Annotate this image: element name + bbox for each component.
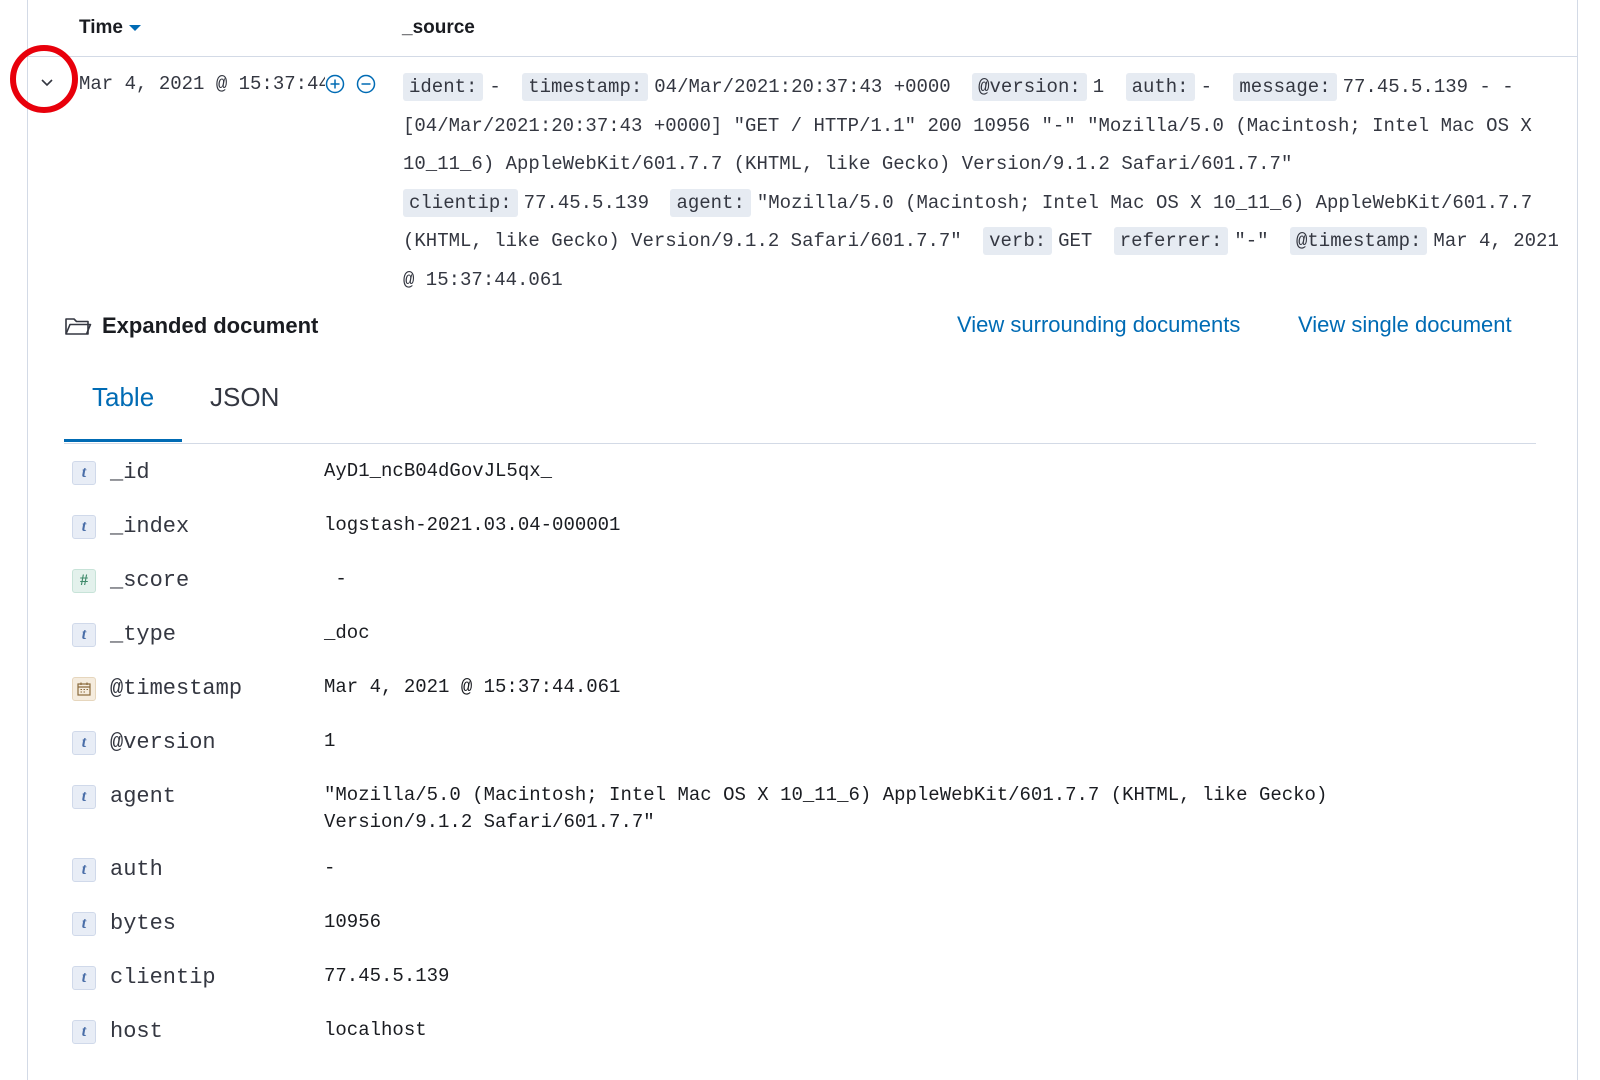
view-surrounding-documents-link[interactable]: View surrounding documents bbox=[957, 312, 1240, 338]
field-value: AyD1_ncB04dGovJL5qx_ bbox=[324, 460, 553, 482]
column-header-source: _source bbox=[402, 17, 475, 38]
string-type-icon: t bbox=[72, 966, 96, 990]
active-tab-indicator bbox=[64, 439, 182, 442]
number-type-icon: # bbox=[72, 569, 96, 593]
source-key: @version: bbox=[972, 73, 1087, 101]
field-name: auth bbox=[110, 857, 163, 882]
view-single-document-link[interactable]: View single document bbox=[1298, 312, 1512, 338]
source-value: 77.45.5.139 bbox=[523, 191, 650, 214]
field-name: @version bbox=[110, 730, 216, 755]
field-name: _index bbox=[110, 514, 190, 539]
field-name: host bbox=[110, 1019, 163, 1044]
source-value: 04/Mar/2021:20:37:43 +0000 bbox=[654, 76, 951, 98]
field-value: 10956 bbox=[324, 911, 382, 933]
source-key: clientip: bbox=[403, 188, 518, 217]
string-type-icon: t bbox=[72, 1020, 96, 1044]
source-key: timestamp: bbox=[522, 73, 649, 101]
tab-json[interactable]: JSON bbox=[210, 382, 279, 431]
field-value: localhost bbox=[324, 1019, 427, 1041]
field-value: Mar 4, 2021 @ 15:37:44.061 bbox=[324, 676, 621, 698]
string-type-icon: t bbox=[72, 623, 96, 647]
source-value: "-" bbox=[1234, 230, 1269, 252]
chevron-down-icon bbox=[41, 79, 53, 87]
field-value: - bbox=[324, 857, 336, 879]
column-header-time-label: Time bbox=[79, 17, 124, 38]
panel-right-border bbox=[1577, 0, 1578, 1080]
source-value: - bbox=[1200, 76, 1212, 98]
field-value: 77.45.5.139 bbox=[324, 965, 450, 987]
tab-table[interactable]: Table bbox=[92, 382, 154, 431]
expanded-document-title: Expanded document bbox=[102, 313, 319, 338]
source-key: agent: bbox=[670, 188, 751, 217]
field-name: agent bbox=[110, 784, 177, 809]
string-type-icon: t bbox=[72, 858, 96, 882]
string-type-icon: t bbox=[72, 912, 96, 936]
source-value: GET bbox=[1058, 230, 1093, 252]
field-value: logstash-2021.03.04-000001 bbox=[324, 514, 621, 536]
source-key: @timestamp: bbox=[1290, 227, 1428, 255]
panel-left-border bbox=[27, 0, 28, 1080]
filter-for-value-icon[interactable] bbox=[324, 73, 346, 95]
source-key: verb: bbox=[983, 227, 1053, 255]
string-type-icon: t bbox=[72, 461, 96, 485]
row-expand-toggle[interactable] bbox=[32, 67, 62, 97]
column-header-time[interactable]: Time bbox=[79, 17, 142, 39]
doc-view-tabs: Table JSON bbox=[64, 372, 1536, 444]
field-name: bytes bbox=[110, 911, 177, 936]
field-name: clientip bbox=[110, 965, 216, 990]
field-name: _score bbox=[110, 568, 190, 593]
source-key: auth: bbox=[1125, 73, 1195, 101]
field-name: _id bbox=[110, 460, 150, 485]
folder-open-icon bbox=[65, 318, 92, 335]
field-value: "Mozilla/5.0 (Macintosh; Intel Mac OS X … bbox=[324, 784, 1328, 833]
calendar-icon bbox=[72, 677, 96, 701]
source-key: ident: bbox=[403, 73, 484, 101]
source-key: referrer: bbox=[1113, 227, 1229, 255]
sort-desc-icon[interactable] bbox=[129, 24, 142, 31]
string-type-icon: t bbox=[72, 785, 96, 809]
field-value: 1 bbox=[324, 730, 336, 752]
field-name: @timestamp bbox=[110, 676, 243, 701]
field-value: - bbox=[324, 568, 347, 590]
source-value: 1 bbox=[1092, 76, 1105, 98]
source-key: message: bbox=[1233, 73, 1337, 101]
string-type-icon: t bbox=[72, 731, 96, 755]
row-source-cell: ident: - timestamp: 04/Mar/2021:20:37:43 +… bbox=[403, 68, 1563, 299]
string-type-icon: t bbox=[72, 515, 96, 539]
field-value: _doc bbox=[324, 622, 370, 644]
row-time-cell: Mar 4, 2021 @ 15:37:44.061 bbox=[79, 73, 325, 95]
date-type-icon bbox=[77, 682, 91, 696]
filter-out-value-icon[interactable] bbox=[355, 73, 377, 95]
field-name: _type bbox=[110, 622, 177, 647]
source-value: - bbox=[489, 76, 501, 98]
expanded-document-header: Expanded document bbox=[64, 310, 318, 342]
table-header: Time _source bbox=[28, 0, 1577, 57]
